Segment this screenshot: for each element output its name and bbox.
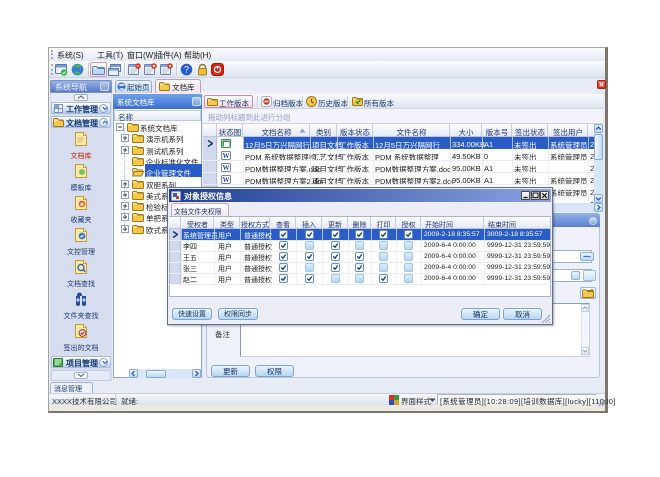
svg-text:W: W (223, 164, 230, 172)
svg-text:W: W (223, 176, 230, 184)
svg-text:?: ? (184, 65, 189, 75)
svg-text:W: W (223, 152, 230, 160)
